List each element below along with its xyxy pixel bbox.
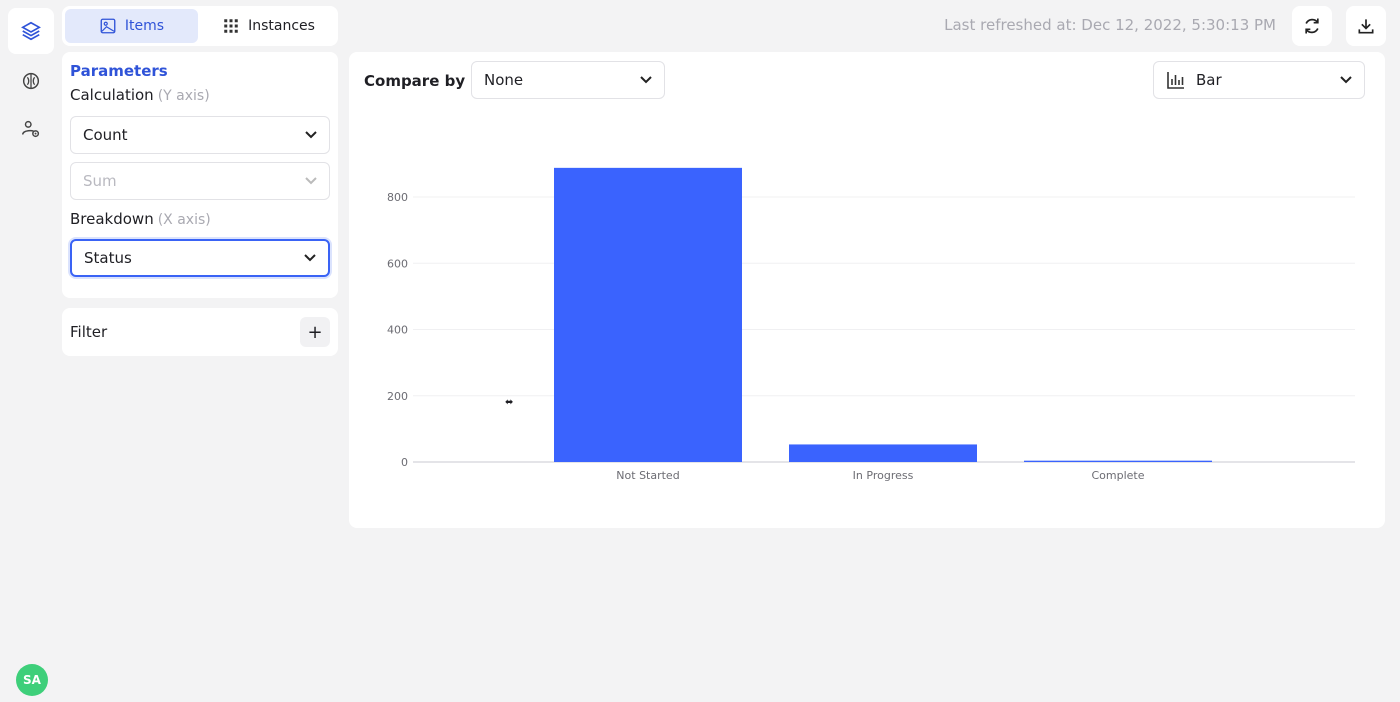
breakdown-select[interactable]: Status <box>70 239 330 277</box>
calculation-label: Calculation (Y axis) <box>70 86 330 104</box>
chart-type-value: Bar <box>1196 71 1222 89</box>
tab-items[interactable]: Items <box>65 9 198 43</box>
compare-by-label: Compare by <box>364 72 466 90</box>
breakdown-select-value: Status <box>84 249 132 267</box>
tab-items-label: Items <box>124 18 165 34</box>
nav-item-models[interactable] <box>8 58 54 104</box>
brain-icon <box>22 72 40 90</box>
chevron-down-icon <box>305 177 317 185</box>
bar-in-progress <box>789 444 977 462</box>
compare-by-value: None <box>484 71 524 89</box>
add-filter-button[interactable]: + <box>300 317 330 347</box>
grid-icon <box>224 19 238 33</box>
calculation-label-text: Calculation <box>70 86 154 104</box>
calculation-select[interactable]: Count <box>70 116 330 154</box>
y-tick-label: 400 <box>387 324 408 337</box>
chevron-down-icon <box>640 76 652 84</box>
refresh-button[interactable] <box>1292 6 1332 46</box>
view-tabs: Items Instances <box>62 6 338 46</box>
nav-item-items[interactable] <box>8 8 54 54</box>
parameters-title: Parameters <box>70 62 168 80</box>
bar-chart: 0 200 400 600 800 Not Started In Progress Compl… <box>387 167 1355 482</box>
chevron-down-icon <box>304 254 316 262</box>
compare-by-select[interactable]: None <box>471 61 665 99</box>
calculation-hint: (Y axis) <box>157 88 210 104</box>
last-refreshed-text: Last refreshed at: Dec 12, 2022, 5:30:13… <box>944 16 1276 34</box>
bar-complete <box>1024 460 1212 462</box>
settings-users-icon <box>22 120 40 138</box>
user-avatar[interactable]: SA <box>16 664 48 696</box>
layers-icon <box>21 21 41 41</box>
parameters-panel: Parameters Calculation (Y axis) Count Sum… <box>62 52 338 298</box>
breakdown-label: Breakdown (X axis) <box>70 210 330 228</box>
nav-item-admin[interactable] <box>8 106 54 152</box>
refresh-icon <box>1305 18 1319 34</box>
tab-instances-label: Instances <box>248 18 315 34</box>
bar-chart-icon <box>1167 72 1184 89</box>
breakdown-hint: (X axis) <box>157 212 211 228</box>
chart-panel: 0 200 400 600 800 Not Started In Progress Compl… <box>349 52 1385 528</box>
y-tick-label: 800 <box>387 191 408 204</box>
filter-panel: Filter + <box>62 308 338 356</box>
chart-type-select[interactable]: Bar <box>1153 61 1365 99</box>
filter-label: Filter <box>70 323 108 341</box>
tab-instances[interactable]: Instances <box>202 9 335 43</box>
calculation-select-value: Count <box>83 126 128 144</box>
x-tick-label: Not Started <box>616 469 679 482</box>
sum-select-placeholder: Sum <box>83 172 117 190</box>
x-tick-label: In Progress <box>853 469 914 482</box>
image-icon <box>100 18 116 34</box>
chart-type-left: Bar <box>1166 70 1222 90</box>
y-tick-label: 600 <box>387 257 408 270</box>
chevron-down-icon <box>305 131 317 139</box>
chevron-down-icon <box>1340 76 1352 84</box>
bar-not-started <box>554 167 742 462</box>
left-nav-rail: SA <box>0 0 62 702</box>
download-icon <box>1358 19 1374 34</box>
y-tick-label: 200 <box>387 390 408 403</box>
sum-select[interactable]: Sum <box>70 162 330 200</box>
y-tick-label: 0 <box>401 456 408 469</box>
breakdown-label-text: Breakdown <box>70 210 154 228</box>
resize-cursor-icon: ⬌ <box>505 397 514 408</box>
download-button[interactable] <box>1346 6 1386 46</box>
x-tick-label: Complete <box>1091 469 1144 482</box>
